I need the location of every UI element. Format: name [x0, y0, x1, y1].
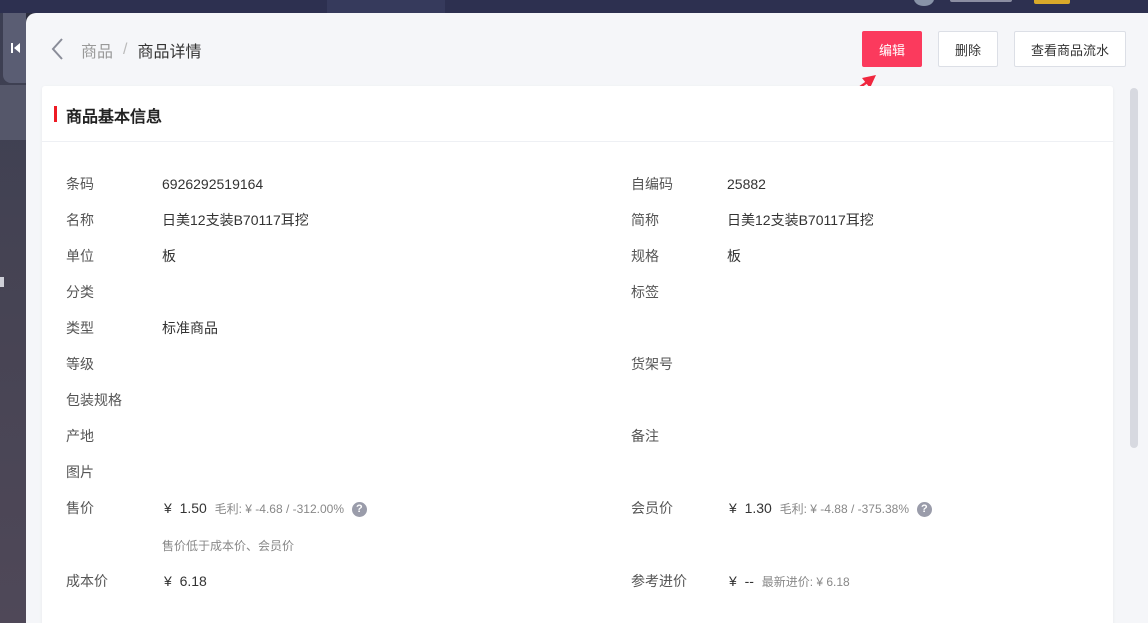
sidebar-item-marker — [0, 277, 4, 287]
edit-button[interactable]: 编辑 — [862, 31, 922, 67]
member-price-label: 会员价 — [631, 500, 673, 516]
delete-button[interactable]: 删除 — [938, 31, 998, 67]
short-name-value: 日美12支装B70117耳挖 — [727, 212, 874, 228]
sale-price-row: ¥ 1.50 毛利: ¥ -4.68 / -312.00% ? — [164, 498, 367, 519]
cost-price-currency: ¥ — [164, 573, 172, 589]
sale-price-value: 1.50 — [179, 500, 207, 516]
spec-value: 板 — [727, 248, 741, 264]
sale-price-margin: 毛利: ¥ -4.68 / -312.00% — [214, 502, 345, 516]
barcode-label: 条码 — [66, 176, 94, 192]
package-spec-label: 包装规格 — [66, 392, 122, 408]
self-code-label: 自编码 — [631, 176, 673, 192]
user-avatar[interactable] — [914, 0, 934, 6]
breadcrumb-separator: / — [123, 41, 128, 58]
sale-price-warning: 售价低于成本价、会员价 — [162, 539, 295, 553]
ref-purchase-latest: 最新进价: ¥ 6.18 — [761, 575, 850, 589]
card-title: 商品基本信息 — [66, 109, 163, 126]
unit-label: 单位 — [66, 248, 94, 264]
ref-purchase-currency: ¥ — [729, 573, 737, 589]
shelf-no-label: 货架号 — [631, 356, 673, 372]
sidebar-collapse-button[interactable] — [3, 13, 26, 83]
sidebar — [0, 13, 26, 623]
remark-label: 备注 — [631, 428, 659, 444]
category-label: 分类 — [66, 284, 94, 300]
collapse-left-icon — [10, 43, 20, 53]
image-label: 图片 — [66, 464, 94, 480]
member-price-currency: ¥ — [729, 500, 737, 516]
member-price-value: 1.30 — [744, 500, 772, 516]
name-label: 名称 — [66, 212, 94, 228]
page-header: 商品 / 商品详情 编辑 删除 查看商品流水 — [26, 13, 1148, 85]
short-name-label: 简称 — [631, 212, 659, 228]
scrollbar-thumb[interactable] — [1130, 88, 1138, 448]
top-tab[interactable] — [327, 0, 445, 13]
basic-info-card: 商品基本信息 条码 6926292519164 名称 日美12支装B70117耳… — [42, 86, 1113, 623]
type-label: 类型 — [66, 320, 94, 336]
sale-price-label: 售价 — [66, 500, 94, 516]
top-bar — [0, 0, 1148, 13]
barcode-value: 6926292519164 — [162, 176, 264, 192]
origin-label: 产地 — [66, 428, 94, 444]
breadcrumb-current: 商品详情 — [137, 44, 202, 61]
cost-price-value: 6.18 — [179, 573, 207, 589]
member-price-margin: 毛利: ¥ -4.88 / -375.38% — [779, 502, 910, 516]
view-flow-button[interactable]: 查看商品流水 — [1014, 31, 1126, 67]
card-header: 商品基本信息 — [42, 86, 1113, 142]
ref-purchase-label: 参考进价 — [631, 573, 687, 589]
ref-purchase-row: ¥ -- 最新进价: ¥ 6.18 — [729, 571, 850, 592]
title-accent-bar — [54, 106, 57, 122]
tag-label: 标签 — [631, 284, 659, 300]
type-value: 标准商品 — [162, 320, 218, 336]
cost-price-label: 成本价 — [66, 573, 108, 589]
breadcrumb: 商品 / 商品详情 — [81, 38, 202, 62]
main-content: 商品 / 商品详情 编辑 删除 查看商品流水 商品基本信息 条码 6926292… — [26, 13, 1148, 623]
user-name[interactable] — [950, 0, 1012, 2]
sale-price-currency: ¥ — [164, 500, 172, 516]
self-code-value: 25882 — [727, 176, 766, 192]
grade-label: 等级 — [66, 356, 94, 372]
back-button[interactable] — [46, 35, 68, 63]
question-circle-icon[interactable]: ? — [351, 501, 367, 517]
cost-price-row: ¥ 6.18 — [164, 571, 207, 591]
ref-purchase-value: -- — [744, 573, 754, 589]
question-circle-icon[interactable]: ? — [916, 501, 932, 517]
name-value: 日美12支装B70117耳挖 — [162, 212, 309, 228]
sidebar-active-item[interactable] — [0, 85, 26, 140]
chevron-left-icon — [51, 38, 63, 60]
spec-label: 规格 — [631, 248, 659, 264]
member-price-row: ¥ 1.30 毛利: ¥ -4.88 / -375.38% ? — [729, 498, 932, 519]
vip-badge — [1034, 0, 1070, 4]
breadcrumb-parent[interactable]: 商品 — [81, 38, 113, 62]
unit-value: 板 — [162, 248, 176, 264]
